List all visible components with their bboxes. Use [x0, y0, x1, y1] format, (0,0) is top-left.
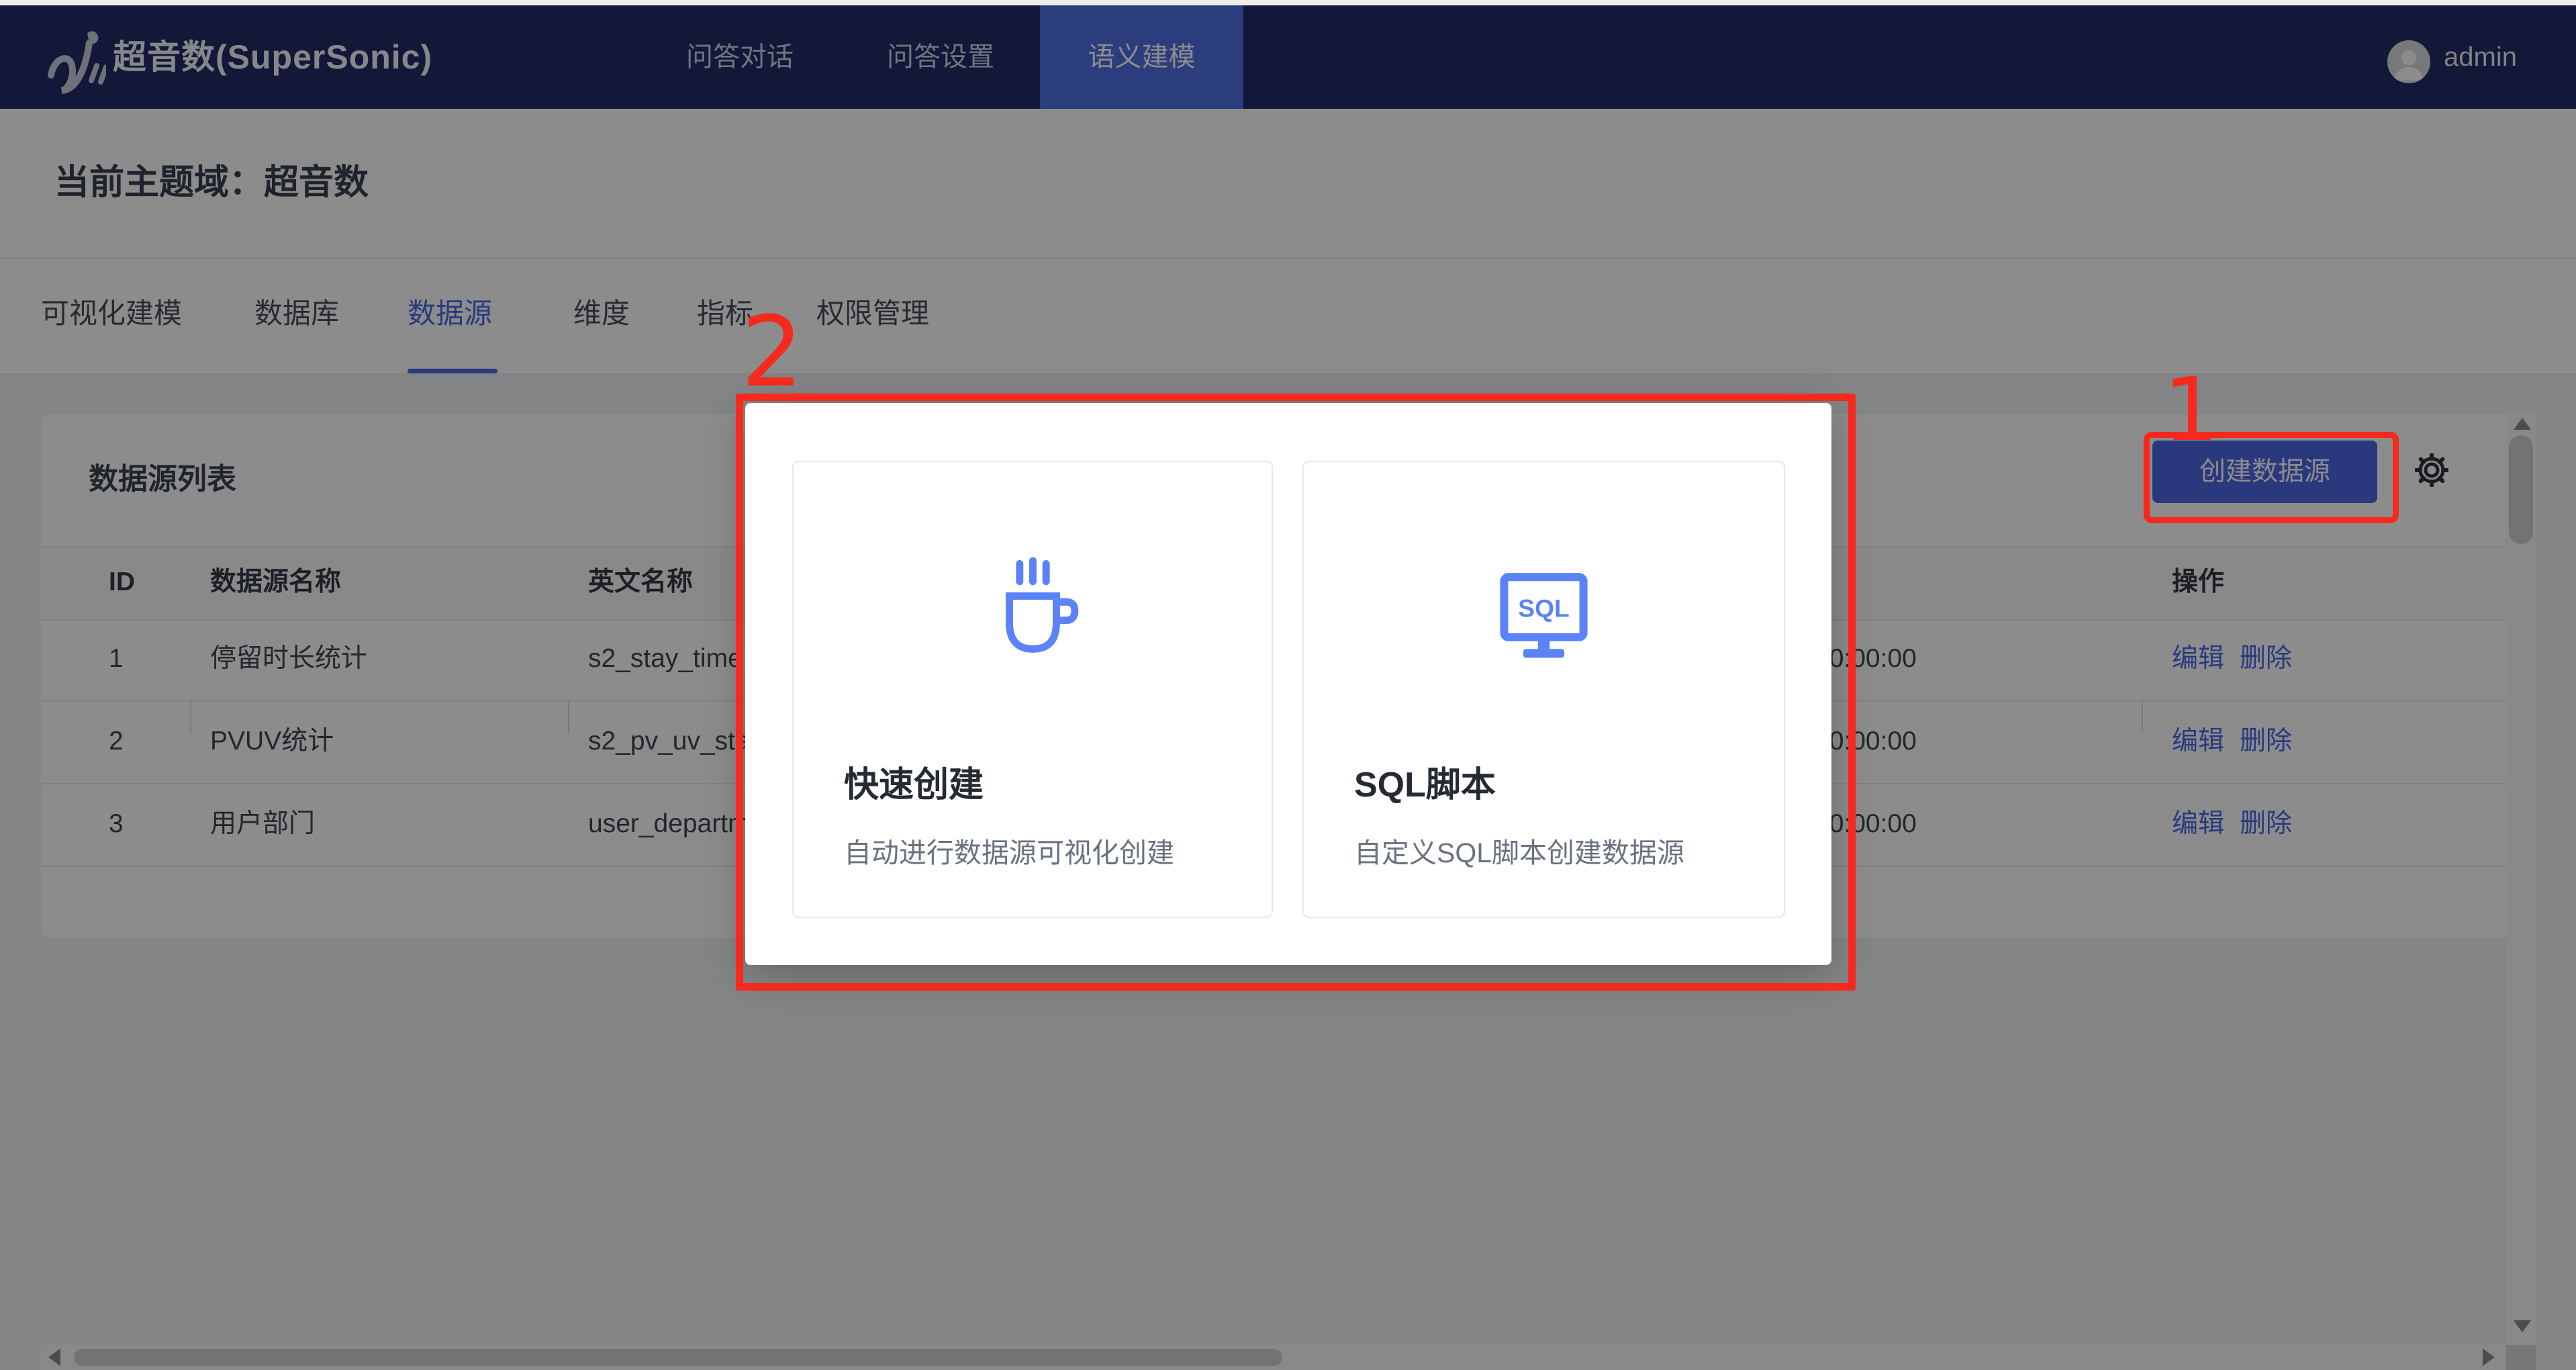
- annotation-box-modal: [736, 394, 1856, 991]
- annotation-number-1: 1: [2163, 366, 2219, 453]
- annotation-number-2: 2: [741, 304, 803, 401]
- app-screen: 超音数(SuperSonic) 问答对话 问答设置 语义建模 admin 当前主…: [0, 0, 2576, 1370]
- window-top-strip: [0, 0, 2576, 5]
